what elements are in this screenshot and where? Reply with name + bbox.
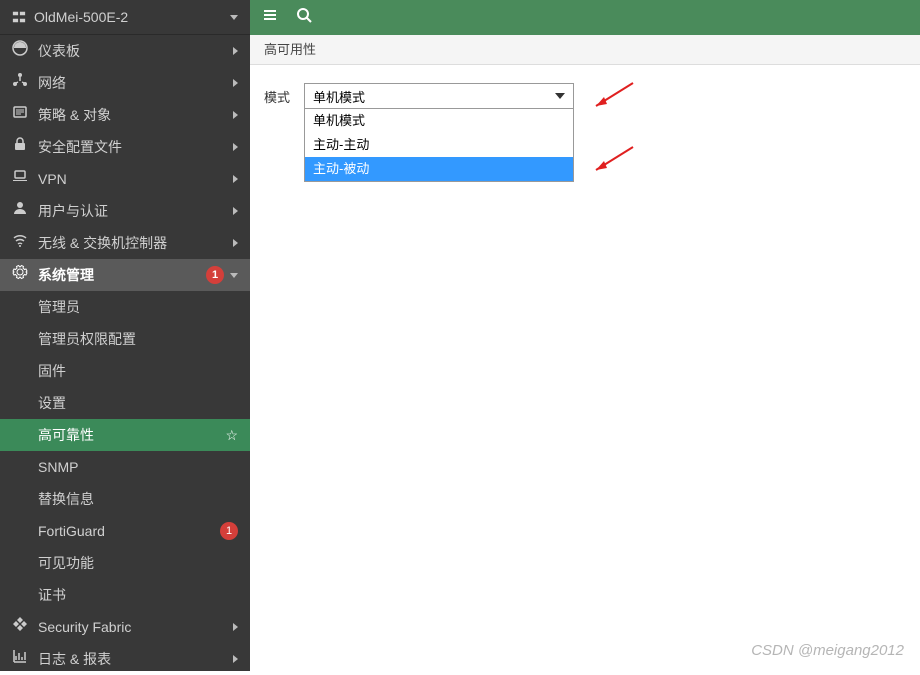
sidebar-item-policy[interactable]: 策略 & 对象 xyxy=(0,99,250,131)
sidebar-item-system[interactable]: 系统管理 1 xyxy=(0,259,250,291)
badge: 1 xyxy=(206,266,224,284)
policy-icon xyxy=(12,104,28,120)
main-area: 高可用性 模式 单机模式 单机模式 主动-主动 主动-被动 xyxy=(250,0,920,671)
mode-selected-value: 单机模式 xyxy=(313,87,365,106)
fabric-icon xyxy=(12,616,28,632)
chevron-right-icon xyxy=(233,47,238,55)
sidebar-item-log-report[interactable]: 日志 & 报表 xyxy=(0,643,250,675)
sub-item-firmware[interactable]: 固件 xyxy=(0,355,250,387)
sub-item-settings[interactable]: 设置 xyxy=(0,387,250,419)
chevron-down-icon xyxy=(230,15,238,20)
mode-select: 单机模式 单机模式 主动-主动 主动-被动 xyxy=(304,83,574,109)
hamburger-icon xyxy=(262,7,278,23)
breadcrumb: 高可用性 xyxy=(250,35,920,65)
sub-item-admin-profile[interactable]: 管理员权限配置 xyxy=(0,323,250,355)
topbar xyxy=(250,0,920,35)
sub-item-visibility[interactable]: 可见功能 xyxy=(0,547,250,579)
sub-item-admin[interactable]: 管理员 xyxy=(0,291,250,323)
network-icon xyxy=(12,72,28,88)
sub-item-certs[interactable]: 证书 xyxy=(0,579,250,611)
chevron-right-icon xyxy=(233,111,238,119)
search-icon xyxy=(296,7,312,23)
gear-icon xyxy=(12,264,28,280)
badge: 1 xyxy=(220,522,238,540)
chevron-right-icon xyxy=(233,623,238,631)
device-icon xyxy=(12,10,26,24)
mode-label: 模式 xyxy=(264,83,290,106)
mode-option-standalone[interactable]: 单机模式 xyxy=(305,109,573,133)
sidebar-item-dashboard[interactable]: 仪表板 xyxy=(0,35,250,67)
user-icon xyxy=(12,200,28,216)
mode-option-active-passive[interactable]: 主动-被动 xyxy=(305,157,573,181)
chevron-right-icon xyxy=(233,175,238,183)
wifi-icon xyxy=(12,232,28,248)
dashboard-icon xyxy=(12,40,28,56)
sub-item-ha[interactable]: 高可靠性☆ xyxy=(0,419,250,451)
search-button[interactable] xyxy=(296,7,312,28)
sidebar-submenu: 管理员 管理员权限配置 固件 设置 高可靠性☆ SNMP 替换信息 FortiG… xyxy=(0,291,250,611)
watermark: CSDN @meigang2012 xyxy=(751,642,904,659)
chevron-right-icon xyxy=(233,79,238,87)
sidebar-item-network[interactable]: 网络 xyxy=(0,67,250,99)
chevron-right-icon xyxy=(233,207,238,215)
sub-item-replace-msg[interactable]: 替换信息 xyxy=(0,483,250,515)
chevron-down-icon xyxy=(230,273,238,278)
sidebar-item-security-profile[interactable]: 安全配置文件 xyxy=(0,131,250,163)
chevron-right-icon xyxy=(233,655,238,663)
sidebar-item-user-auth[interactable]: 用户与认证 xyxy=(0,195,250,227)
mode-option-active-active[interactable]: 主动-主动 xyxy=(305,133,573,157)
mode-select-button[interactable]: 单机模式 xyxy=(304,83,574,109)
menu-toggle-button[interactable] xyxy=(262,7,278,28)
sidebar-item-vpn[interactable]: VPN xyxy=(0,163,250,195)
sub-item-snmp[interactable]: SNMP xyxy=(0,451,250,483)
device-selector[interactable]: OldMei-500E-2 xyxy=(0,0,250,35)
sidebar: OldMei-500E-2 仪表板 网络 策略 & 对象 安全配置文件 VPN … xyxy=(0,0,250,671)
sub-item-fortiguard[interactable]: FortiGuard1 xyxy=(0,515,250,547)
sidebar-item-wireless[interactable]: 无线 & 交换机控制器 xyxy=(0,227,250,259)
mode-dropdown: 单机模式 主动-主动 主动-被动 xyxy=(304,109,574,182)
caret-down-icon xyxy=(555,93,565,99)
star-icon: ☆ xyxy=(225,419,238,451)
mode-row: 模式 单机模式 单机模式 主动-主动 主动-被动 xyxy=(264,83,906,109)
chevron-right-icon xyxy=(233,239,238,247)
lock-icon xyxy=(12,136,28,152)
chevron-right-icon xyxy=(233,143,238,151)
page-title: 高可用性 xyxy=(264,42,316,57)
laptop-icon xyxy=(12,168,28,184)
device-name: OldMei-500E-2 xyxy=(34,0,128,35)
chart-icon xyxy=(12,648,28,664)
sidebar-item-security-fabric[interactable]: Security Fabric xyxy=(0,611,250,643)
content: 模式 单机模式 单机模式 主动-主动 主动-被动 xyxy=(250,65,920,127)
